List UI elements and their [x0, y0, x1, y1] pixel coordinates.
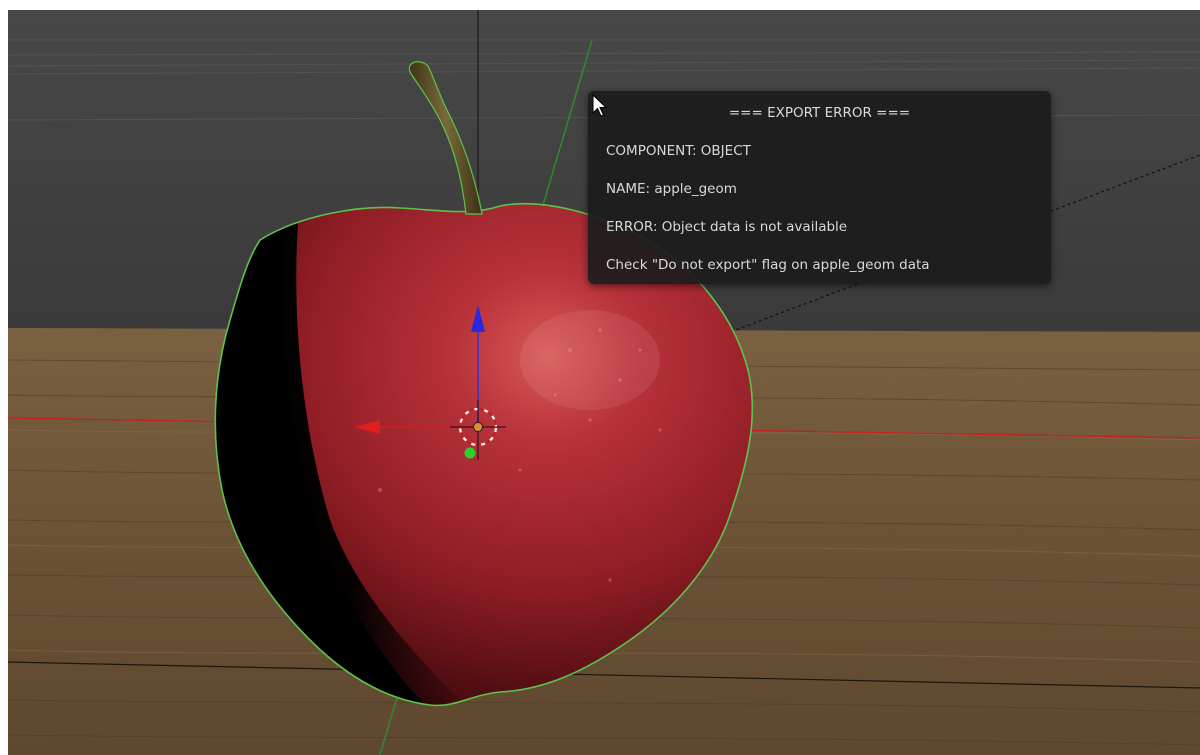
export-error-title: === EXPORT ERROR ===	[728, 105, 911, 121]
y-axis-handle-icon	[464, 447, 476, 459]
export-error-tooltip: === EXPORT ERROR === COMPONENT: OBJECT N…	[588, 91, 1051, 284]
mouse-pointer-icon	[592, 94, 608, 117]
error-hint-line: Check "Do not export" flag on apple_geom…	[606, 257, 930, 273]
error-name-line: NAME: apple_geom	[606, 181, 737, 197]
error-component-line: COMPONENT: OBJECT	[606, 143, 751, 159]
object-origin-icon	[473, 422, 483, 432]
error-message-line: ERROR: Object data is not available	[606, 219, 848, 235]
